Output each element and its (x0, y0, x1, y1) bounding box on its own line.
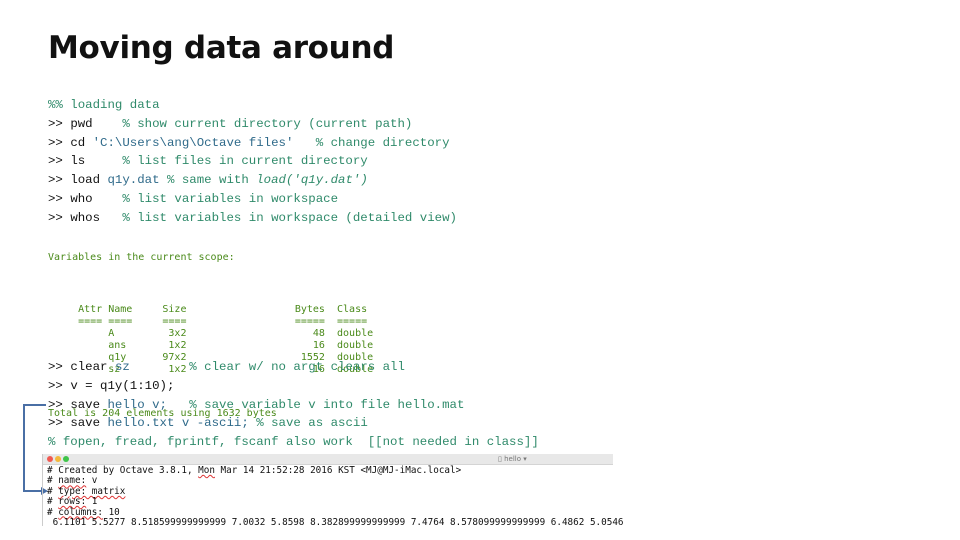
editor-titlebar: ▯ hello ▾ (43, 454, 613, 465)
line-rest: 10 (102, 506, 120, 518)
maximize-window-icon[interactable] (63, 456, 69, 462)
editor-content[interactable]: # Created by Octave 3.8.1, Mon Mar 14 21… (43, 465, 624, 528)
editor-line: # type: matrix (47, 485, 613, 497)
close-window-icon[interactable] (47, 456, 53, 462)
spellcheck-word: Mon (198, 465, 215, 476)
line-prefix: # (47, 485, 59, 497)
spellcheck-word: name: (58, 475, 87, 487)
line-rest: v (86, 475, 98, 487)
editor-filename[interactable]: ▯ hello ▾ (498, 454, 527, 464)
line-prefix: # (47, 475, 59, 487)
editor-line: # name: v (47, 476, 613, 486)
line-rest: Mar 14 21:52:28 2016 KST <MJ@MJ-iMac.loc… (214, 465, 462, 476)
editor-line: 6.1101 5.5277 8.518599999999999 7.0032 5… (47, 517, 624, 528)
minimize-window-icon[interactable] (55, 456, 61, 462)
line-prefix: # (47, 506, 59, 518)
line-rest: 1 (86, 496, 98, 508)
spellcheck-word: type: matrix (58, 485, 126, 497)
text-editor-window: ▯ hello ▾ # Created by Octave 3.8.1, Mon… (42, 454, 624, 528)
line-prefix: # (47, 496, 59, 508)
spellcheck-word: columns: (58, 506, 103, 518)
editor-line: # Created by Octave 3.8.1, Mon Mar 14 21… (47, 465, 613, 476)
spellcheck-word: rows: (58, 496, 87, 508)
editor-line: # rows: 1 (47, 497, 613, 507)
line-text: 6.1101 5.5277 8.518599999999999 7.0032 5… (52, 517, 624, 529)
line-text: Created by Octave 3.8.1, (58, 465, 199, 476)
line-prefix: # (47, 465, 59, 476)
